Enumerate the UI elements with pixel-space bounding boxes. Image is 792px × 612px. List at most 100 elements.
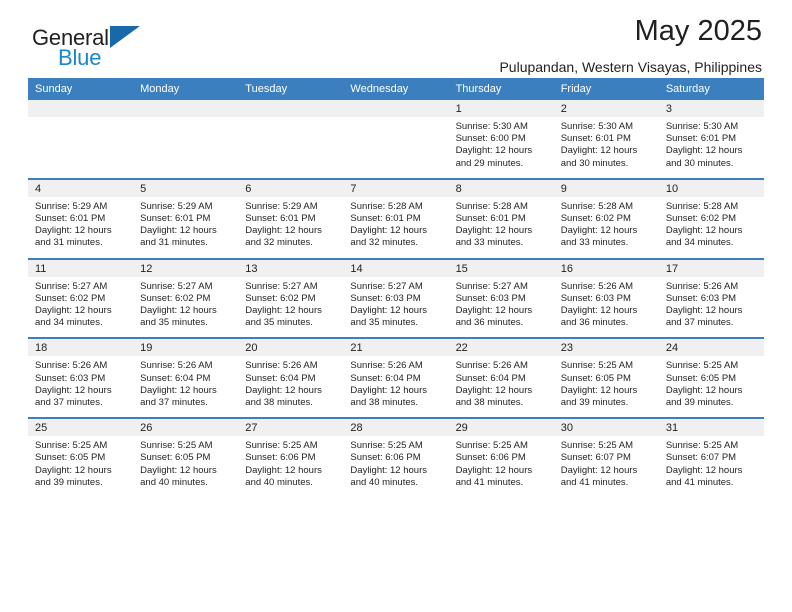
calendar-day-cell[interactable]: 16 Sunrise: 5:26 AM Sunset: 6:03 PM Dayligh…	[553, 257, 659, 339]
calendar-day-cell[interactable]: 10 Sunrise: 5:28 AM Sunset: 6:02 PM Dayligh…	[658, 177, 764, 259]
calendar-day-cell[interactable]: 30 Sunrise: 5:25 AM Sunset: 6:07 PM Dayligh…	[553, 417, 659, 498]
day-details: Sunrise: 5:28 AM Sunset: 6:01 PM Daylight:…	[449, 197, 554, 258]
calendar-day-cell[interactable]: 15 Sunrise: 5:27 AM Sunset: 6:03 PM Dayligh…	[448, 257, 554, 339]
daylight-duration-line2: and 30 minutes.	[665, 157, 734, 169]
day-number	[133, 100, 239, 117]
daylight-duration-line1: Daylight: 12 hours	[665, 225, 743, 237]
triangle-logo-mark-icon	[109, 26, 140, 48]
sunrise-time: Sunrise: 5:26 AM	[455, 360, 528, 372]
sunrise-time: Sunrise: 5:25 AM	[455, 440, 528, 452]
calendar-day-cell[interactable]: 21 Sunrise: 5:26 AM Sunset: 6:04 PM Dayligh…	[343, 337, 449, 419]
day-details	[238, 117, 343, 175]
daylight-duration-line2: and 30 minutes.	[560, 157, 629, 169]
calendar-day-cell[interactable]: 12 Sunrise: 5:27 AM Sunset: 6:02 PM Dayligh…	[133, 257, 239, 339]
day-details: Sunrise: 5:25 AM Sunset: 6:07 PM Daylight:…	[659, 436, 764, 497]
calendar-day-cell[interactable]: 26 Sunrise: 5:25 AM Sunset: 6:05 PM Dayligh…	[133, 417, 239, 498]
calendar-day-cell[interactable]: 25 Sunrise: 5:25 AM Sunset: 6:05 PM Dayligh…	[28, 417, 134, 498]
sunrise-time: Sunrise: 5:25 AM	[560, 440, 634, 452]
sunset-time: Sunset: 6:05 PM	[35, 452, 106, 464]
daylight-duration-line2: and 32 minutes.	[350, 237, 419, 249]
sunset-time: Sunset: 6:01 PM	[350, 213, 421, 225]
calendar-day-cell[interactable]: 3 Sunrise: 5:30 AM Sunset: 6:01 PM Daylight…	[658, 100, 764, 179]
day-number: 26	[133, 419, 239, 437]
sunrise-time: Sunrise: 5:26 AM	[140, 360, 213, 372]
day-details: Sunrise: 5:26 AM Sunset: 6:03 PM Daylight:…	[554, 277, 659, 338]
calendar-day-cell[interactable]: 23 Sunrise: 5:25 AM Sunset: 6:05 PM Dayligh…	[553, 337, 659, 419]
daylight-duration-line2: and 32 minutes.	[245, 237, 313, 249]
calendar-day-cell[interactable]: 29 Sunrise: 5:25 AM Sunset: 6:06 PM Dayligh…	[448, 417, 554, 498]
calendar-day-cell[interactable]: 17 Sunrise: 5:26 AM Sunset: 6:03 PM Dayligh…	[658, 257, 764, 339]
day-number: 19	[133, 339, 239, 357]
daylight-duration-line2: and 31 minutes.	[35, 237, 103, 249]
sunset-time: Sunset: 6:03 PM	[665, 292, 737, 304]
calendar-day-cell[interactable]: 22 Sunrise: 5:26 AM Sunset: 6:04 PM Dayligh…	[448, 337, 554, 419]
calendar-day-cell[interactable]: 18 Sunrise: 5:26 AM Sunset: 6:03 PM Dayligh…	[28, 337, 134, 419]
daylight-duration-line1: Daylight: 12 hours	[455, 305, 533, 317]
sunrise-time: Sunrise: 5:26 AM	[560, 280, 634, 292]
daylight-duration-line2: and 29 minutes.	[455, 157, 524, 169]
calendar-day-cell[interactable]: 8 Sunrise: 5:28 AM Sunset: 6:01 PM Daylight…	[448, 177, 554, 259]
calendar-cell-empty	[28, 100, 134, 179]
day-number: 22	[448, 339, 554, 357]
daylight-duration-line1: Daylight: 12 hours	[245, 464, 322, 476]
weekday-header-friday: Friday	[553, 78, 659, 100]
calendar-day-cell[interactable]: 13 Sunrise: 5:27 AM Sunset: 6:02 PM Dayligh…	[238, 257, 344, 339]
sunrise-time: Sunrise: 5:27 AM	[350, 280, 423, 292]
calendar-day-cell[interactable]: 19 Sunrise: 5:26 AM Sunset: 6:04 PM Dayligh…	[133, 337, 239, 419]
day-details: Sunrise: 5:25 AM Sunset: 6:06 PM Daylight:…	[238, 436, 343, 497]
day-details: Sunrise: 5:26 AM Sunset: 6:03 PM Daylight:…	[28, 356, 133, 417]
calendar-day-cell[interactable]: 14 Sunrise: 5:27 AM Sunset: 6:03 PM Dayligh…	[343, 257, 449, 339]
daylight-duration-line2: and 39 minutes.	[35, 476, 103, 488]
day-details: Sunrise: 5:28 AM Sunset: 6:02 PM Daylight:…	[554, 197, 659, 258]
sunset-time: Sunset: 6:02 PM	[665, 213, 737, 225]
calendar-day-cell[interactable]: 5 Sunrise: 5:29 AM Sunset: 6:01 PM Daylight…	[133, 177, 239, 259]
calendar-day-cell[interactable]: 7 Sunrise: 5:28 AM Sunset: 6:01 PM Daylight…	[343, 177, 449, 259]
sunrise-time: Sunrise: 5:25 AM	[140, 440, 213, 452]
day-number: 11	[28, 259, 134, 277]
calendar-day-cell[interactable]: 2 Sunrise: 5:30 AM Sunset: 6:01 PM Daylight…	[553, 100, 659, 179]
day-number: 16	[553, 259, 659, 277]
sunset-time: Sunset: 6:04 PM	[455, 372, 526, 384]
calendar-day-cell[interactable]: 4 Sunrise: 5:29 AM Sunset: 6:01 PM Daylight…	[28, 177, 134, 259]
calendar-day-cell[interactable]: 20 Sunrise: 5:26 AM Sunset: 6:04 PM Dayligh…	[238, 337, 344, 419]
brand-logo[interactable]: General Blue	[32, 26, 140, 69]
calendar-table: Sunday Monday Tuesday Wednesday Thursday Frid…	[28, 78, 764, 498]
sunset-time: Sunset: 6:05 PM	[140, 452, 211, 464]
calendar-week-row: 25 Sunrise: 5:25 AM Sunset: 6:05 PM Dayligh…	[28, 417, 764, 498]
calendar-day-cell[interactable]: 9 Sunrise: 5:28 AM Sunset: 6:02 PM Daylight…	[553, 177, 659, 259]
calendar-cell-empty	[238, 100, 344, 179]
calendar-day-cell[interactable]: 31 Sunrise: 5:25 AM Sunset: 6:07 PM Dayligh…	[658, 417, 764, 498]
daylight-duration-line1: Daylight: 12 hours	[140, 305, 217, 317]
daylight-duration-line1: Daylight: 12 hours	[245, 305, 322, 317]
day-number: 9	[553, 179, 659, 197]
day-number: 17	[658, 259, 764, 277]
sunset-time: Sunset: 6:06 PM	[245, 452, 316, 464]
sunrise-time: Sunrise: 5:25 AM	[560, 360, 634, 372]
day-details: Sunrise: 5:29 AM Sunset: 6:01 PM Daylight:…	[133, 197, 238, 258]
daylight-duration-line2: and 41 minutes.	[455, 476, 524, 488]
day-number: 24	[658, 339, 764, 357]
calendar-day-cell[interactable]: 28 Sunrise: 5:25 AM Sunset: 6:06 PM Dayligh…	[343, 417, 449, 498]
calendar-day-cell[interactable]: 27 Sunrise: 5:25 AM Sunset: 6:06 PM Dayligh…	[238, 417, 344, 498]
sunset-time: Sunset: 6:01 PM	[35, 213, 106, 225]
sunset-time: Sunset: 6:03 PM	[455, 292, 526, 304]
calendar-day-cell[interactable]: 11 Sunrise: 5:27 AM Sunset: 6:02 PM Dayligh…	[28, 257, 134, 339]
day-number: 14	[343, 259, 449, 277]
day-details: Sunrise: 5:30 AM Sunset: 6:00 PM Daylight:…	[449, 117, 554, 178]
daylight-duration-line1: Daylight: 12 hours	[665, 384, 743, 396]
sunrise-time: Sunrise: 5:26 AM	[350, 360, 423, 372]
calendar-day-cell[interactable]: 1 Sunrise: 5:30 AM Sunset: 6:00 PM Daylight…	[448, 100, 554, 179]
day-details: Sunrise: 5:27 AM Sunset: 6:03 PM Daylight:…	[343, 277, 448, 338]
daylight-duration-line1: Daylight: 12 hours	[350, 464, 427, 476]
day-number: 29	[448, 419, 554, 437]
daylight-duration-line2: and 41 minutes.	[665, 476, 734, 488]
calendar-day-cell[interactable]: 24 Sunrise: 5:25 AM Sunset: 6:05 PM Dayligh…	[658, 337, 764, 419]
sunset-time: Sunset: 6:07 PM	[560, 452, 631, 464]
sunset-time: Sunset: 6:04 PM	[245, 372, 316, 384]
daylight-duration-line2: and 36 minutes.	[455, 317, 524, 329]
sunrise-time: Sunrise: 5:28 AM	[560, 200, 634, 212]
daylight-duration-line1: Daylight: 12 hours	[560, 145, 638, 157]
calendar-page: General Blue May 2025 Pulupandan, Wester…	[0, 0, 792, 612]
day-number: 18	[28, 339, 134, 357]
calendar-day-cell[interactable]: 6 Sunrise: 5:29 AM Sunset: 6:01 PM Daylight…	[238, 177, 344, 259]
